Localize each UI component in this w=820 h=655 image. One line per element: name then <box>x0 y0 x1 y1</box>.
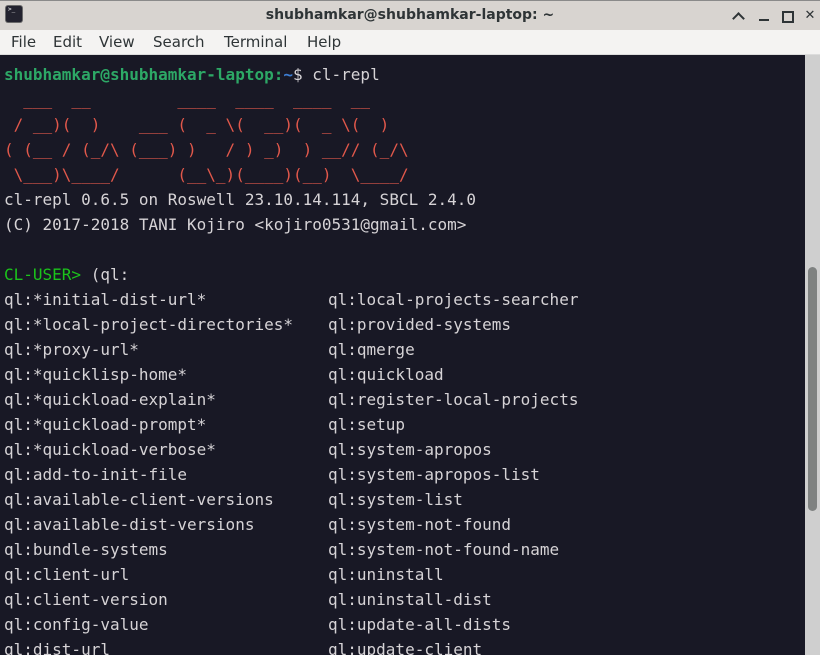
completion-item[interactable]: ql:client-url <box>4 565 129 584</box>
prompt-path: ~ <box>283 65 293 84</box>
completion-item[interactable]: ql:setup <box>328 412 405 437</box>
menu-terminal[interactable]: Terminal <box>224 33 287 51</box>
ascii-art-line: / __)( ) ___ ( _ \( __)( _ \( ) <box>4 115 390 134</box>
completion-item[interactable]: ql:update-client <box>328 637 482 655</box>
completion-item[interactable]: ql:*local-project-directories* <box>4 315 293 334</box>
completion-row: ql:*proxy-url* ql:qmerge <box>4 337 794 362</box>
completion-item[interactable]: ql:uninstall <box>328 562 444 587</box>
completion-item[interactable]: ql:system-not-found <box>328 512 511 537</box>
copyright-line: (C) 2017-2018 TANI Kojiro <kojiro0531@gm… <box>4 215 467 234</box>
completion-item[interactable]: ql:system-apropos <box>328 437 492 462</box>
completion-item[interactable]: ql:system-not-found-name <box>328 537 559 562</box>
completion-item[interactable]: ql:local-projects-searcher <box>328 287 578 312</box>
shell-command: cl-repl <box>312 65 380 84</box>
completion-row: ql:*quickload-explain* ql:register-local-… <box>4 387 794 412</box>
completion-item[interactable]: ql:uninstall-dist <box>328 587 492 612</box>
minimize-button[interactable] <box>755 7 773 25</box>
close-icon: ✕ <box>804 8 816 23</box>
completion-item[interactable]: ql:*quickload-prompt* <box>4 415 206 434</box>
completion-item[interactable]: ql:available-dist-versions <box>4 515 254 534</box>
completion-item[interactable]: ql:provided-systems <box>328 312 511 337</box>
prompt-separator: : <box>273 65 284 84</box>
completion-row: ql:dist-url ql:update-client <box>4 637 794 655</box>
maximize-button[interactable] <box>778 7 796 25</box>
completion-item[interactable]: ql:update-all-dists <box>328 612 511 637</box>
version-line: cl-repl 0.6.5 on Roswell 23.10.14.114, S… <box>4 190 477 209</box>
ascii-art-line: ( (__ / (_/\ (___) ) / ) _) ) __// (_/\ <box>4 140 409 159</box>
minimize-icon <box>759 19 769 21</box>
completion-row: ql:available-client-versions ql:system-li… <box>4 487 794 512</box>
prompt-symbol: $ <box>293 65 313 84</box>
menu-search[interactable]: Search <box>153 33 205 51</box>
completion-row: ql:*quickload-prompt* ql:setup <box>4 412 794 437</box>
maximize-icon <box>782 11 794 23</box>
completion-item[interactable]: ql:qmerge <box>328 337 415 362</box>
completion-item[interactable]: ql:add-to-init-file <box>4 465 187 484</box>
chevron-up-icon <box>732 12 745 25</box>
terminal-output[interactable]: shubhamkar@shubhamkar-laptop:~$ cl-repl … <box>0 55 805 655</box>
ascii-art-line: \___)\____/ (__\_)(____)(__) \____/ <box>4 165 409 184</box>
menu-file[interactable]: File <box>11 33 36 51</box>
menu-view[interactable]: View <box>99 33 135 51</box>
completion-row: ql:available-dist-versions ql:system-not-… <box>4 512 794 537</box>
completion-item[interactable]: ql:config-value <box>4 615 149 634</box>
completion-item[interactable]: ql:*proxy-url* <box>4 340 139 359</box>
completion-row: ql:*quicklisp-home* ql:quickload <box>4 362 794 387</box>
close-button[interactable]: ✕ <box>801 7 819 25</box>
completion-row: ql:bundle-systems ql:system-not-found-nam… <box>4 537 794 562</box>
menu-help[interactable]: Help <box>307 33 341 51</box>
completion-item[interactable]: ql:client-version <box>4 590 168 609</box>
completion-item[interactable]: ql:bundle-systems <box>4 540 168 559</box>
completion-item[interactable]: ql:*initial-dist-url* <box>4 290 206 309</box>
window-title: shubhamkar@shubhamkar-laptop: ~ <box>265 7 555 23</box>
completion-item[interactable]: ql:system-list <box>328 487 463 512</box>
scrollbar[interactable] <box>805 55 820 655</box>
repl-prompt-line: CL-USER> (ql: <box>4 262 129 287</box>
prompt-user-host: shubhamkar@shubhamkar-laptop <box>4 65 274 84</box>
ascii-art-line: ___ __ ____ ____ ____ __ <box>4 90 371 109</box>
completion-row: ql:*initial-dist-url* ql:local-projects-s… <box>4 287 794 312</box>
completion-row: ql:*local-project-directories* ql:provide… <box>4 312 794 337</box>
menu-edit[interactable]: Edit <box>53 33 82 51</box>
completion-item[interactable]: ql:*quickload-explain* <box>4 390 216 409</box>
title-bar[interactable]: >_ shubhamkar@shubhamkar-laptop: ~ ✕ <box>0 0 820 30</box>
repl-prompt: CL-USER> <box>4 265 82 284</box>
completion-row: ql:client-version ql:uninstall-dist <box>4 587 794 612</box>
completion-row: ql:client-url ql:uninstall <box>4 562 794 587</box>
completion-item[interactable]: ql:register-local-projects <box>328 387 578 412</box>
completion-item[interactable]: ql:*quicklisp-home* <box>4 365 187 384</box>
menu-bar: File Edit View Search Terminal Help <box>0 30 820 55</box>
completion-item[interactable]: ql:quickload <box>328 362 444 387</box>
completion-item[interactable]: ql:system-apropos-list <box>328 462 540 487</box>
shell-prompt-line: shubhamkar@shubhamkar-laptop:~$ cl-repl <box>4 62 380 87</box>
completion-item[interactable]: ql:available-client-versions <box>4 490 274 509</box>
completion-item[interactable]: ql:*quickload-verbose* <box>4 440 216 459</box>
completion-row: ql:*quickload-verbose* ql:system-apropos <box>4 437 794 462</box>
completion-row: ql:config-value ql:update-all-dists <box>4 612 794 637</box>
completion-item[interactable]: ql:dist-url <box>4 640 110 655</box>
completion-row: ql:add-to-init-file ql:system-apropos-lis… <box>4 462 794 487</box>
shade-button[interactable] <box>730 7 748 25</box>
scrollbar-thumb[interactable] <box>808 267 817 511</box>
repl-input[interactable]: (ql: <box>81 265 130 284</box>
